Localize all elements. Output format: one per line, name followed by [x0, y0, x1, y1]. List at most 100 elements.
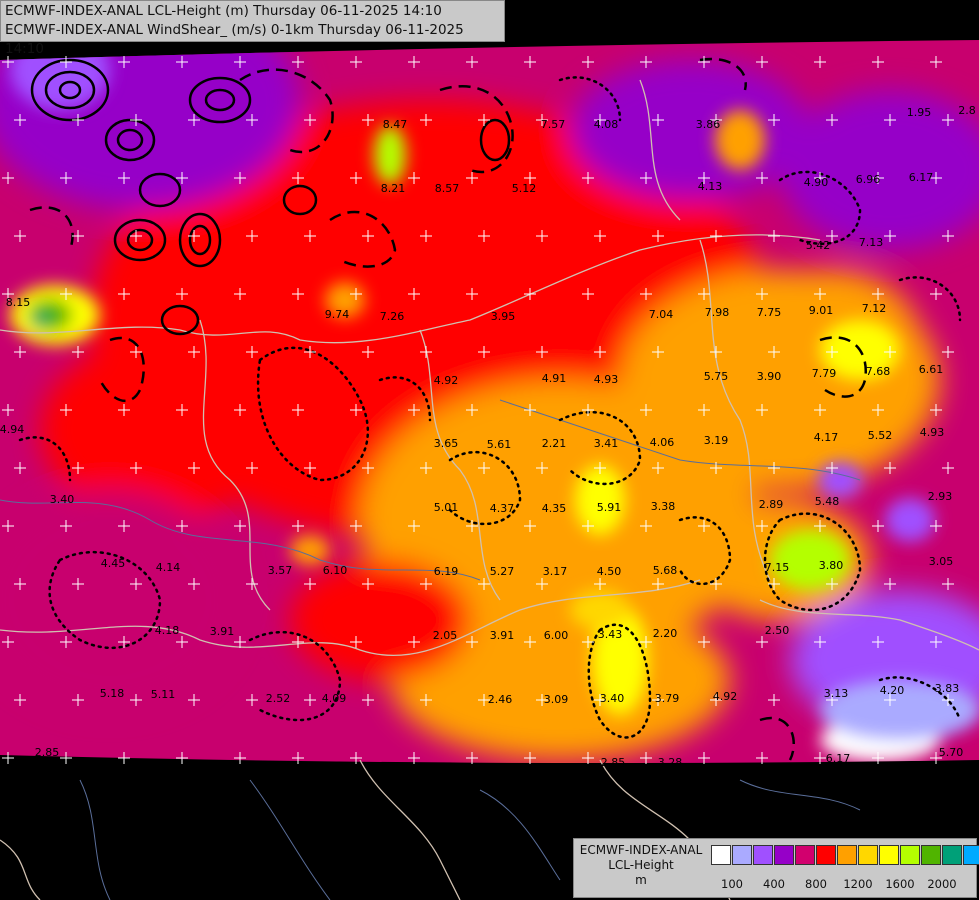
- station-value: 7.04: [649, 308, 674, 321]
- legend-tick: 2000: [927, 877, 957, 891]
- legend-box: ECMWF-INDEX-ANAL LCL-Height m 100 400 800 1…: [573, 838, 979, 898]
- station-value: 3.79: [655, 692, 680, 705]
- station-value: 5.18: [100, 687, 125, 700]
- station-value: 2.20: [653, 627, 678, 640]
- station-value: 3.40: [600, 692, 625, 705]
- station-value: 4.13: [698, 180, 723, 193]
- station-value: 7.57: [541, 118, 566, 131]
- legend-swatch: [837, 845, 857, 865]
- station-value: 2.89: [759, 498, 784, 511]
- legend-swatch: [963, 845, 979, 865]
- weather-map: 8.47 8.21 8.57 5.12 4.08 3.86 1.95 2.8 7.57 4.13 4…: [0, 0, 979, 900]
- station-value: 8.15: [6, 296, 31, 309]
- station-value: 4.35: [542, 502, 567, 515]
- station-value: 4.90: [804, 176, 829, 189]
- legend-tick: 800: [805, 877, 827, 891]
- station-value: 3.40: [50, 493, 75, 506]
- station-value: 5.27: [490, 565, 515, 578]
- station-value: 4.94: [0, 423, 24, 436]
- station-value: 3.80: [819, 559, 844, 572]
- station-value: 2.50: [765, 624, 790, 637]
- legend-swatch: [795, 845, 815, 865]
- station-value: 4.06: [650, 436, 675, 449]
- legend-swatch: [921, 845, 941, 865]
- station-value: 3.95: [491, 310, 516, 323]
- station-value: 5.61: [487, 438, 512, 451]
- station-value: 5.68: [653, 564, 678, 577]
- station-value: 5.91: [597, 501, 622, 514]
- legend-tick: 1600: [885, 877, 915, 891]
- station-value: 2.21: [542, 437, 567, 450]
- station-value: 6.00: [544, 629, 569, 642]
- station-value: 7.12: [862, 302, 887, 315]
- station-value: 6.17: [826, 752, 851, 765]
- station-value: 3.05: [929, 555, 954, 568]
- station-value: 3.28: [658, 756, 683, 769]
- legend-unit: m: [635, 873, 647, 887]
- legend-variable: LCL-Height: [608, 858, 674, 872]
- station-value: 8.57: [435, 182, 460, 195]
- station-value: 7.15: [765, 561, 790, 574]
- legend-swatch: [858, 845, 878, 865]
- station-value: 6.17: [909, 171, 934, 184]
- station-value: 7.98: [705, 306, 730, 319]
- station-value: 4.17: [814, 431, 839, 444]
- station-value: 4.50: [597, 565, 622, 578]
- station-value: 5.48: [815, 495, 840, 508]
- station-value: 3.41: [594, 437, 619, 450]
- station-value: 3.19: [704, 434, 729, 447]
- station-value: 8.47: [383, 118, 408, 131]
- legend-swatch: [816, 845, 836, 865]
- station-value: 5.75: [704, 370, 729, 383]
- station-value: 3.09: [544, 693, 569, 706]
- station-value: 2.46: [488, 693, 513, 706]
- station-value: 2.05: [433, 629, 458, 642]
- station-value: 4.91: [542, 372, 567, 385]
- map-title-box: ECMWF-INDEX-ANAL LCL-Height (m) Thursday…: [0, 0, 505, 57]
- station-value: 4.14: [156, 561, 181, 574]
- legend-tick: 1200: [843, 877, 873, 891]
- station-value: 2.93: [928, 490, 953, 503]
- legend-swatch: [942, 845, 962, 865]
- legend-swatch: [900, 845, 920, 865]
- station-value: 3.65: [434, 437, 459, 450]
- station-value: 8.21: [381, 182, 406, 195]
- station-value: 4.37: [490, 502, 515, 515]
- station-value: 3.83: [935, 682, 960, 695]
- station-value: 4.20: [880, 684, 905, 697]
- station-value: 6.19: [434, 565, 459, 578]
- station-value: 3.90: [757, 370, 782, 383]
- station-value: 7.26: [380, 310, 405, 323]
- station-value: 2.85: [601, 756, 626, 769]
- station-value: 6.61: [919, 363, 944, 376]
- station-value: 3.86: [696, 118, 721, 131]
- station-value: 4.08: [594, 118, 619, 131]
- station-value: 4.93: [594, 373, 619, 386]
- station-value: 4.45: [101, 557, 126, 570]
- legend-swatch: [732, 845, 752, 865]
- station-value: 2.8: [958, 104, 976, 117]
- station-value: 2.85: [35, 746, 60, 759]
- station-value: 3.38: [651, 500, 676, 513]
- station-value: 7.75: [757, 306, 782, 319]
- station-value: 1.95: [907, 106, 932, 119]
- legend-title: ECMWF-INDEX-ANAL: [579, 843, 703, 857]
- station-value: 3.17: [543, 565, 568, 578]
- station-value: 3.57: [268, 564, 293, 577]
- legend-tick: 400: [763, 877, 785, 891]
- legend-swatch: [879, 845, 899, 865]
- legend-swatch: [711, 845, 731, 865]
- title-line-lcl: ECMWF-INDEX-ANAL LCL-Height (m) Thursday…: [5, 3, 442, 19]
- title-line-windshear: ECMWF-INDEX-ANAL WindShear_ (m/s) 0-1km …: [5, 22, 464, 57]
- legend-title-block: ECMWF-INDEX-ANAL LCL-Height m: [574, 843, 708, 888]
- station-value: 4.93: [920, 426, 945, 439]
- station-value: 9.74: [325, 308, 350, 321]
- station-value: 9.01: [809, 304, 834, 317]
- station-value: 3.43: [598, 628, 623, 641]
- station-value: 5.12: [512, 182, 537, 195]
- station-value: 6.96: [856, 173, 881, 186]
- station-value: 4.09: [322, 692, 347, 705]
- legend-swatch: [774, 845, 794, 865]
- station-value: 3.13: [824, 687, 849, 700]
- station-value: 3.91: [210, 625, 235, 638]
